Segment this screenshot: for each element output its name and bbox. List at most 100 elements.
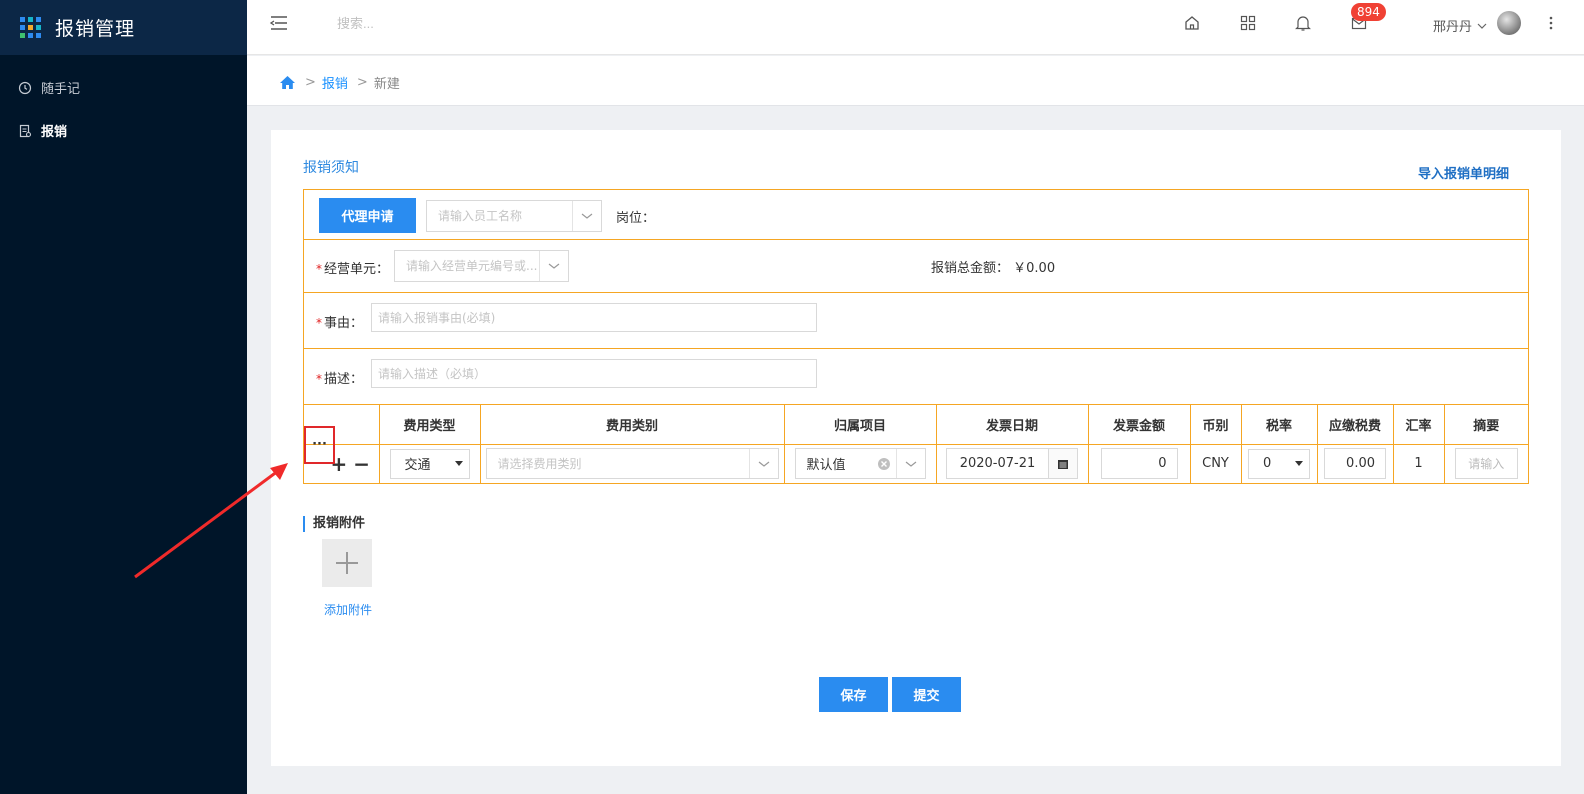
invoice-date-cell: 2020-07-21 xyxy=(936,444,1089,483)
required-mark: * xyxy=(316,316,322,330)
search-input[interactable] xyxy=(337,16,537,31)
ops-cell: ··· + − xyxy=(304,425,380,483)
column-header-tax-amount: 应缴税费 xyxy=(1317,405,1394,445)
reason-input[interactable] xyxy=(371,303,817,332)
breadcrumb-item-new: 新建 xyxy=(373,77,400,92)
fee-category-cell xyxy=(480,444,785,483)
invoice-amount-cell xyxy=(1088,444,1191,483)
fee-category-input[interactable] xyxy=(486,449,747,478)
breadcrumb-separator: > xyxy=(356,75,368,90)
home-icon[interactable] xyxy=(279,75,296,90)
agent-apply-button[interactable]: 代理申请 xyxy=(319,198,416,233)
fee-type-cell: 交通 xyxy=(379,444,481,483)
remove-row-button[interactable]: − xyxy=(353,452,370,476)
mail-count-badge: 894 xyxy=(1351,3,1386,21)
clock-history-icon xyxy=(18,81,32,94)
business-unit-select[interactable] xyxy=(394,250,569,282)
sidebar-item-notes[interactable]: 随手记 xyxy=(0,66,247,109)
clear-icon[interactable] xyxy=(877,457,891,471)
currency-cell: CNY xyxy=(1190,444,1242,483)
column-header-project: 归属项目 xyxy=(784,405,937,445)
document-icon xyxy=(19,124,32,137)
calendar-icon[interactable] xyxy=(1049,448,1078,479)
sidebar-item-reimbursement[interactable]: 报销 xyxy=(0,109,247,152)
column-header-tax-rate: 税率 xyxy=(1241,405,1318,445)
table-row: ··· + − 交通 请选择费用类别 默认值 2020-07-21 0 CNY … xyxy=(304,425,1528,483)
required-mark: * xyxy=(316,262,322,276)
reason-label: * 事由： xyxy=(316,316,364,331)
project-value: 默认值 xyxy=(806,458,846,473)
sidebar-item-label: 随手记 xyxy=(41,82,81,97)
tax-amount-input[interactable] xyxy=(1324,448,1386,479)
business-unit-input[interactable] xyxy=(395,251,540,281)
project-select[interactable]: 默认值 xyxy=(794,448,926,479)
sidebar-item-label: 报销 xyxy=(41,125,68,140)
reimbursement-notice-link[interactable]: 报销须知 xyxy=(303,157,359,177)
summary-cell xyxy=(1444,444,1528,483)
breadcrumb-bar: > 报销 > 新建 xyxy=(247,56,1584,106)
column-header-fee-type: 费用类型 xyxy=(379,405,481,445)
project-cell: 默认值 xyxy=(784,444,937,483)
fee-table-header: 费用类型 费用类别 归属项目 发票日期 发票金额 币别 税率 应缴税费 汇率 摘… xyxy=(304,405,1528,445)
chevron-down-icon[interactable] xyxy=(572,201,601,231)
save-button[interactable]: 保存 xyxy=(819,677,888,712)
more-vertical-icon[interactable] xyxy=(1547,14,1555,32)
app-title: 报销管理 xyxy=(55,18,136,40)
breadcrumb-item-reimbursement[interactable]: 报销 xyxy=(322,73,348,92)
form-row-description: * 描述： xyxy=(304,349,1528,405)
submit-button[interactable]: 提交 xyxy=(892,677,961,712)
fee-type-select[interactable]: 交通 xyxy=(389,448,470,479)
fee-type-value: 交通 xyxy=(404,458,431,473)
form-row-business-unit: *经营单元： 报销总金额： ￥0.00 xyxy=(304,240,1528,293)
tax-rate-select[interactable]: 0 xyxy=(1248,448,1310,479)
top-header: 894 邢丹丹 xyxy=(247,0,1584,55)
sidebar: 报销管理 随手记 报销 xyxy=(0,0,247,794)
form-row-reason: * 事由： xyxy=(304,293,1528,349)
import-details-link[interactable]: 导入报销单明细 xyxy=(1418,163,1509,182)
breadcrumb: > 报销 > 新建 xyxy=(279,73,400,92)
chevron-down-icon xyxy=(1477,23,1487,29)
employee-input[interactable] xyxy=(427,201,572,231)
description-input[interactable] xyxy=(371,359,817,388)
menu-collapse-icon[interactable] xyxy=(269,13,289,33)
main-panel: 报销须知 导入报销单明细 代理申请 岗位： *经营单元： 报销总金额： ￥0.0… xyxy=(271,130,1561,766)
total-amount-label: 报销总金额： xyxy=(931,261,1010,276)
avatar[interactable] xyxy=(1497,11,1521,35)
employee-select[interactable] xyxy=(426,200,602,232)
user-name: 邢丹丹 xyxy=(1433,20,1473,35)
plus-icon xyxy=(336,552,358,574)
chevron-down-icon[interactable] xyxy=(748,449,778,478)
add-attachment-link[interactable]: 添加附件 xyxy=(324,601,372,618)
invoice-date-input[interactable]: 2020-07-21 xyxy=(946,448,1049,479)
total-amount-value: ￥0.00 xyxy=(1013,261,1056,276)
chevron-down-icon[interactable] xyxy=(895,449,925,478)
apps-grid-icon[interactable] xyxy=(1240,14,1256,32)
chevron-down-icon[interactable] xyxy=(539,251,568,281)
required-mark: * xyxy=(316,372,322,386)
attachments-title: 报销附件 xyxy=(303,516,365,532)
reimbursement-form: 代理申请 岗位： *经营单元： 报销总金额： ￥0.00 *事由： *描述： xyxy=(303,189,1529,484)
caret-down-icon xyxy=(454,460,463,466)
summary-input[interactable] xyxy=(1454,448,1518,479)
total-amount: 报销总金额： ￥0.00 xyxy=(931,257,1055,276)
column-header-invoice-date: 发票日期 xyxy=(936,405,1089,445)
fee-category-select[interactable] xyxy=(485,448,779,479)
column-header-currency: 币别 xyxy=(1190,405,1242,445)
column-header-invoice-amount: 发票金额 xyxy=(1088,405,1191,445)
home-icon[interactable] xyxy=(1184,14,1200,32)
tax-amount-cell xyxy=(1317,444,1394,483)
form-row-agent: 代理申请 岗位： xyxy=(304,190,1528,240)
add-attachment-button[interactable] xyxy=(322,539,372,587)
fee-table: 费用类型 费用类别 归属项目 发票日期 发票金额 币别 税率 应缴税费 汇率 摘… xyxy=(304,405,1528,483)
breadcrumb-separator: > xyxy=(305,75,316,90)
brand-header: 报销管理 xyxy=(0,0,247,55)
user-menu[interactable]: 邢丹丹 xyxy=(1433,16,1488,35)
sidebar-menu: 随手记 报销 xyxy=(0,66,247,152)
column-header-summary: 摘要 xyxy=(1444,405,1528,445)
more-options-button[interactable]: ··· xyxy=(304,425,335,464)
exchange-rate-cell: 1 xyxy=(1393,444,1445,483)
tax-rate-value: 0 xyxy=(1263,456,1272,471)
invoice-amount-input[interactable] xyxy=(1100,448,1178,479)
bell-icon[interactable] xyxy=(1295,14,1311,32)
tax-rate-cell: 0 xyxy=(1241,444,1318,483)
